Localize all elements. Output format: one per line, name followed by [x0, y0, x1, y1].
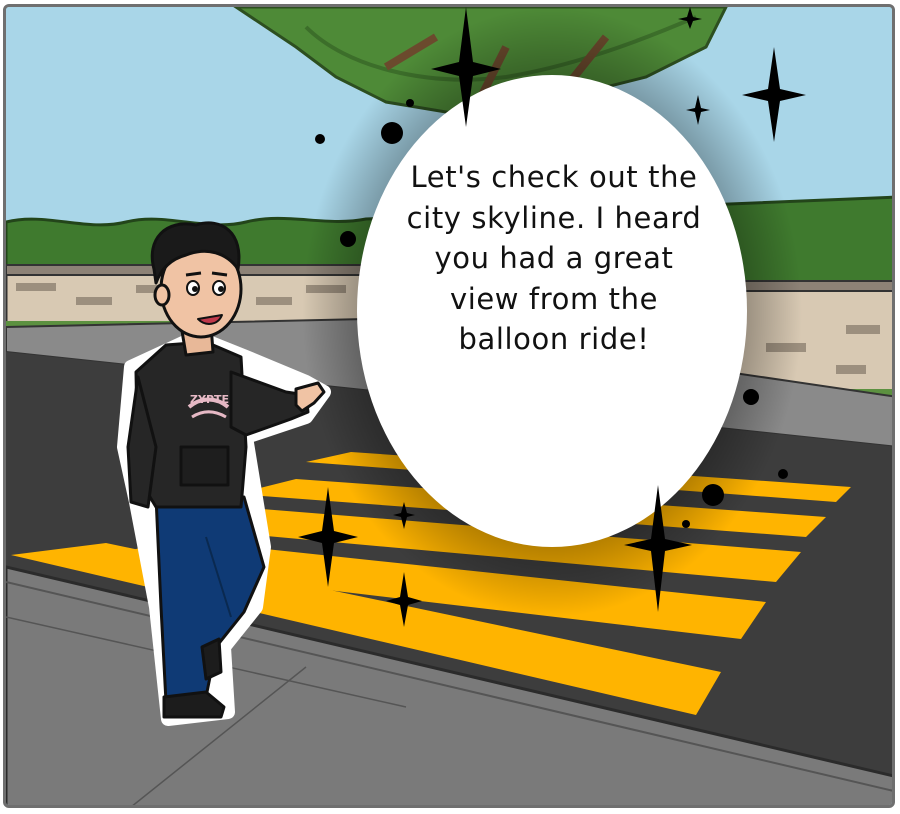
dot [682, 520, 690, 528]
street-scene: ZYPTE [6, 7, 892, 805]
dot [743, 389, 759, 405]
dot [406, 99, 414, 107]
comic-panel: ZYPTE Let's check out the city skyline. … [3, 4, 895, 808]
dot [702, 484, 724, 506]
dot [778, 469, 788, 479]
dot [340, 231, 356, 247]
shoe [200, 637, 223, 681]
speech-bubble-text: Let's check out the city skyline. I hear… [406, 160, 702, 356]
svg-text:ZYPTE: ZYPTE [190, 393, 229, 406]
dot [315, 134, 325, 144]
dot [381, 122, 403, 144]
